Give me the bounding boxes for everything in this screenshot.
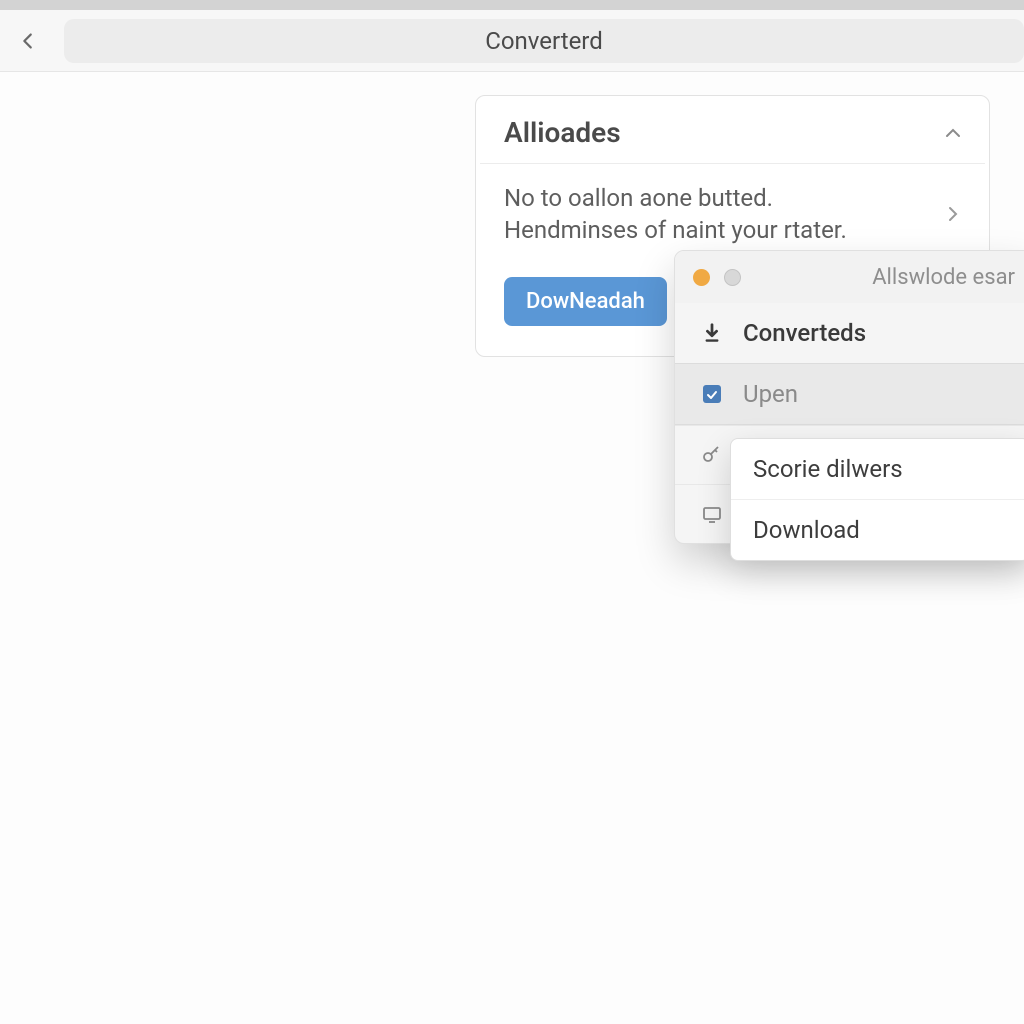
popover-row-label: Converteds (743, 319, 866, 347)
traffic-dot-min[interactable] (724, 269, 741, 286)
submenu-item-scorie[interactable]: Scorie dilwers (731, 439, 1024, 500)
popover-title: Allswlode esar (872, 265, 1015, 290)
popover-row-converteds[interactable]: Converteds (675, 303, 1024, 363)
browser-toolbar: Converterd (0, 10, 1024, 72)
app-box-icon (699, 381, 725, 407)
key-icon (699, 442, 725, 468)
card-description: No to oallon aone butted. Hendminses of … (504, 182, 847, 247)
download-arrow-icon (699, 320, 725, 346)
card-line-1: No to oallon aone butted. (504, 182, 847, 214)
context-submenu: Scorie dilwers Download (730, 438, 1024, 561)
address-text: Converterd (485, 27, 603, 55)
window-titlebar (0, 0, 1024, 10)
popover-row-upen[interactable]: Upen (675, 363, 1024, 425)
card-line-2: Hendminses of naint your rtater. (504, 214, 847, 246)
device-icon (699, 501, 725, 527)
window-controls (693, 269, 741, 286)
popover-header: Allswlode esar (675, 251, 1024, 303)
back-chevron-icon (17, 30, 39, 52)
chevron-right-icon[interactable] (941, 202, 965, 226)
back-button[interactable] (4, 17, 52, 65)
popover-row-label: Upen (743, 380, 798, 408)
address-bar[interactable]: Converterd (64, 19, 1024, 63)
card-title: Allioades (504, 116, 621, 149)
download-button[interactable]: DowNeadah (504, 277, 667, 326)
traffic-dot-close[interactable] (693, 269, 710, 286)
collapse-icon[interactable] (941, 121, 965, 145)
submenu-item-download[interactable]: Download (731, 500, 1024, 560)
